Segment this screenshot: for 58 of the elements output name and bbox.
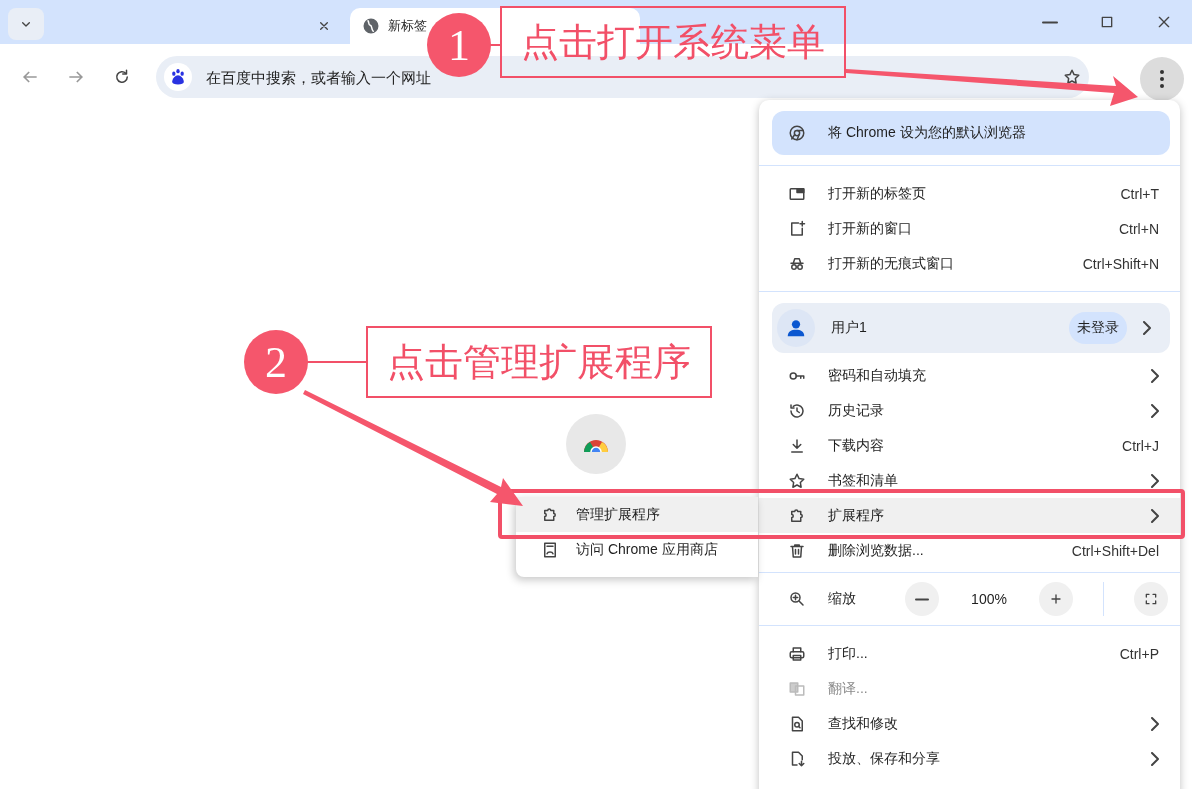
minus-icon [915,597,929,601]
puzzle-icon [788,506,806,525]
profile-row[interactable]: 用户1 未登录 [772,303,1170,353]
printer-icon [788,644,806,663]
zoom-out-button[interactable] [905,582,939,616]
fullscreen-icon [1143,591,1159,607]
star-icon [788,471,806,490]
globe-icon [362,17,380,35]
sign-in-status: 未登录 [1069,312,1127,344]
step-number: 2 [244,330,308,394]
zoom-label: 缩放 [828,590,857,608]
shortcut-text: Ctrl+T [1120,185,1159,202]
callout-label: 点击打开系统菜单 [500,6,846,78]
menu-item[interactable]: 投放、保存和分享 [759,741,1180,776]
history-icon [788,401,806,420]
banner-text: 将 Chrome 设为您的默认浏览器 [828,124,1026,142]
zoom-value: 100% [970,591,1008,607]
menu-item[interactable]: 扩展程序 [759,498,1180,533]
menu-item[interactable]: 删除浏览数据... Ctrl+Shift+Del [759,533,1180,568]
menu-item[interactable]: 打开新的无痕式窗口 Ctrl+Shift+N [759,246,1180,281]
translate-icon [788,679,806,698]
puzzle-icon [541,505,559,524]
shortcut-text: Ctrl+P [1119,645,1159,662]
menu-item[interactable]: 历史记录 [759,393,1180,428]
star-icon [1063,68,1081,86]
profile-name: 用户1 [831,319,868,337]
tab-title: 新标签 [388,17,427,35]
default-browser-banner[interactable]: 将 Chrome 设为您的默认浏览器 [772,111,1170,155]
person-icon [777,309,815,347]
trash-icon [788,541,806,560]
menu-item[interactable]: 打开新的窗口 Ctrl+N [759,211,1180,246]
store-icon [541,540,559,559]
callout-label: 点击管理扩展程序 [366,326,712,398]
menu-item[interactable]: 密码和自动填充 [759,358,1180,393]
menu-button[interactable] [1140,57,1184,101]
chrome-icon [788,124,806,142]
leader-line [306,361,366,363]
zoom-in-button[interactable] [1039,582,1073,616]
paw-icon [164,63,192,91]
menu-item[interactable]: 打开新的标签页 Ctrl+T [759,176,1180,211]
submenu-item[interactable]: 管理扩展程序 [516,497,758,532]
menu-item[interactable]: 书签和清单 [759,463,1180,498]
fullscreen-button[interactable] [1134,582,1168,616]
shortcut-text: Ctrl+Shift+Del [1071,542,1159,559]
zoom-in-icon [788,590,806,608]
menu-item[interactable]: 查找和修改 [759,706,1180,741]
reload-icon [113,68,131,86]
new-window-icon [788,219,806,238]
menu-item[interactable]: 打印... Ctrl+P [759,636,1180,671]
more-icon [1159,69,1165,89]
minimize-icon [1041,20,1058,24]
shortcut-text: Ctrl+N [1118,220,1159,237]
shortcut-text: Ctrl+J [1122,437,1159,454]
shortcut-text: Ctrl+Shift+N [1082,255,1159,272]
download-icon [788,436,806,455]
submenu-item[interactable]: 访问 Chrome 应用商店 [516,532,758,567]
tab-search-button[interactable] [8,8,44,40]
menu-item[interactable]: 下载内容 Ctrl+J [759,428,1180,463]
